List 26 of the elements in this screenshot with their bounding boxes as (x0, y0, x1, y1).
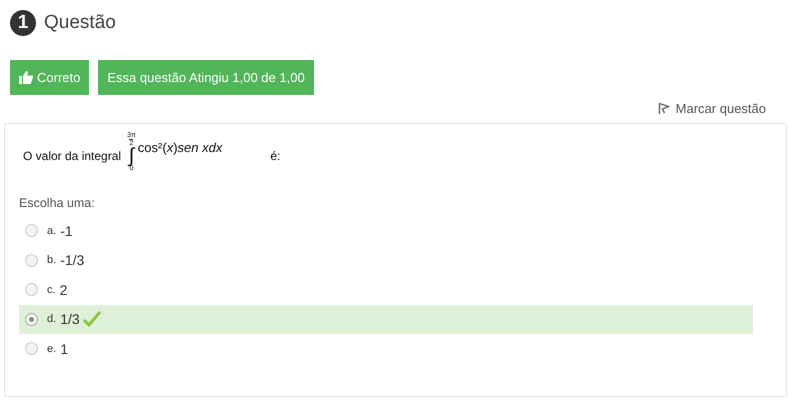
flag-icon (658, 102, 670, 114)
checkmark-icon (82, 311, 101, 328)
radio-button[interactable] (25, 312, 38, 326)
radio-button[interactable] (25, 342, 38, 356)
option-value: 1 (60, 340, 68, 357)
option-letter: a. (47, 224, 56, 237)
radio-button[interactable] (25, 254, 38, 267)
option-value: -1 (60, 222, 73, 239)
option-letter: e. (47, 342, 56, 355)
question-number-badge: 1 (10, 10, 36, 36)
choose-label: Escolha uma: (19, 196, 96, 210)
option-value: 1/3 (60, 311, 80, 328)
option-letter: b. (47, 254, 56, 266)
prompt-text: O valor da integral (22, 148, 122, 165)
grade-badge: Essa questão Atingiu 1,00 de 1,00 (98, 60, 314, 95)
thumbs-up-icon (19, 71, 33, 84)
option-value: -1/3 (60, 252, 84, 268)
option-letter: d. (47, 313, 56, 326)
question-title: Questão (44, 12, 116, 34)
radio-button[interactable] (25, 283, 38, 296)
correct-badge: Correto (10, 60, 90, 95)
prompt-text: é: (269, 148, 282, 165)
option-letter: c. (47, 284, 56, 296)
option-value: 2 (60, 282, 68, 298)
flag-question-link[interactable]: Marcar questão (658, 100, 766, 116)
radio-button[interactable] (25, 224, 38, 238)
